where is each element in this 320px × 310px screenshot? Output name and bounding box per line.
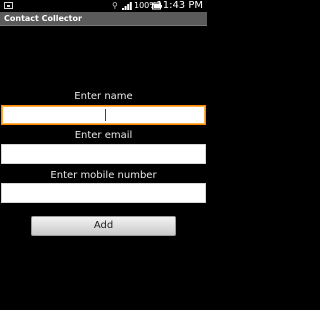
usb-icon: ⚲ — [112, 1, 118, 10]
app-title-bar: Contact Collector — [0, 12, 207, 26]
notification-icon — [4, 2, 13, 9]
status-bar: ⚲ 100% 11:43 PM — [0, 0, 207, 12]
email-input[interactable] — [1, 144, 206, 164]
name-label: Enter name — [74, 91, 133, 102]
add-button[interactable]: Add — [31, 216, 176, 236]
status-time: 11:43 PM — [156, 0, 203, 11]
text-cursor — [105, 109, 106, 121]
mobile-input[interactable] — [1, 183, 206, 203]
app-title: Contact Collector — [4, 14, 82, 23]
name-input[interactable] — [1, 105, 206, 125]
signal-icon — [122, 2, 132, 10]
mobile-label: Enter mobile number — [50, 170, 157, 181]
email-label: Enter email — [74, 130, 133, 141]
